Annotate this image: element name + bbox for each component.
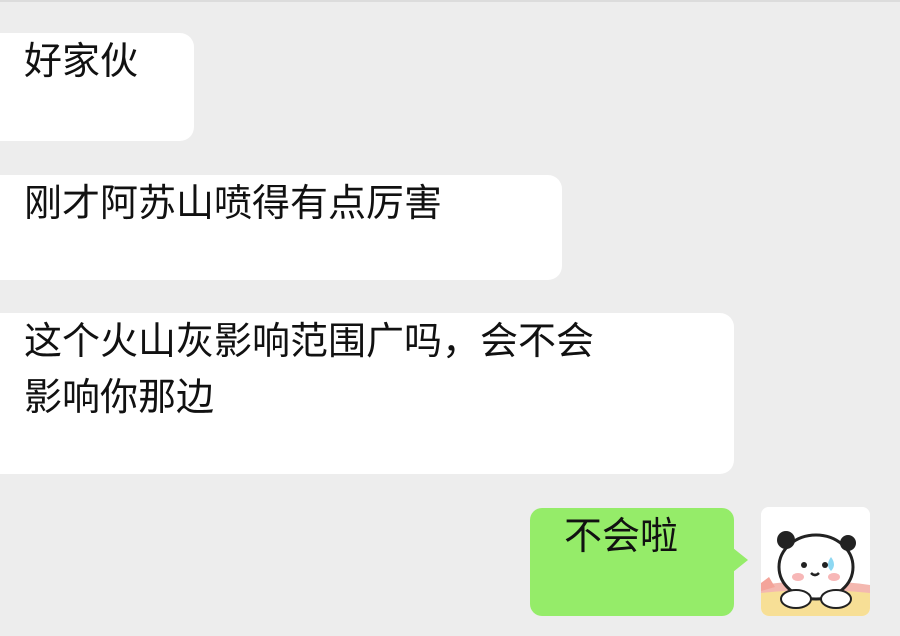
user-avatar[interactable] xyxy=(761,507,870,616)
message-bubble-incoming[interactable]: 这个火山灰影响范围广吗，会不会 影响你那边 xyxy=(0,313,734,474)
message-bubble-incoming[interactable]: 刚才阿苏山喷得有点厉害 xyxy=(0,175,562,280)
message-text-line-1: 这个火山灰影响范围广吗，会不会 xyxy=(24,319,595,363)
message-text: 不会啦 xyxy=(564,514,679,558)
message-text: 好家伙 xyxy=(24,39,139,83)
top-divider xyxy=(0,0,900,2)
message-text: 刚才阿苏山喷得有点厉害 xyxy=(24,181,443,225)
bear-sticker-avatar-icon xyxy=(761,507,870,616)
message-bubble-outgoing[interactable]: 不会啦 xyxy=(530,508,748,616)
bubble-tail xyxy=(733,548,748,572)
chat-window: 好家伙 刚才阿苏山喷得有点厉害 这个火山灰影响范围广吗，会不会 影响你那边 不会… xyxy=(0,0,900,636)
message-text-line-2: 影响你那边 xyxy=(24,375,215,419)
message-bubble-incoming[interactable]: 好家伙 xyxy=(0,33,194,141)
